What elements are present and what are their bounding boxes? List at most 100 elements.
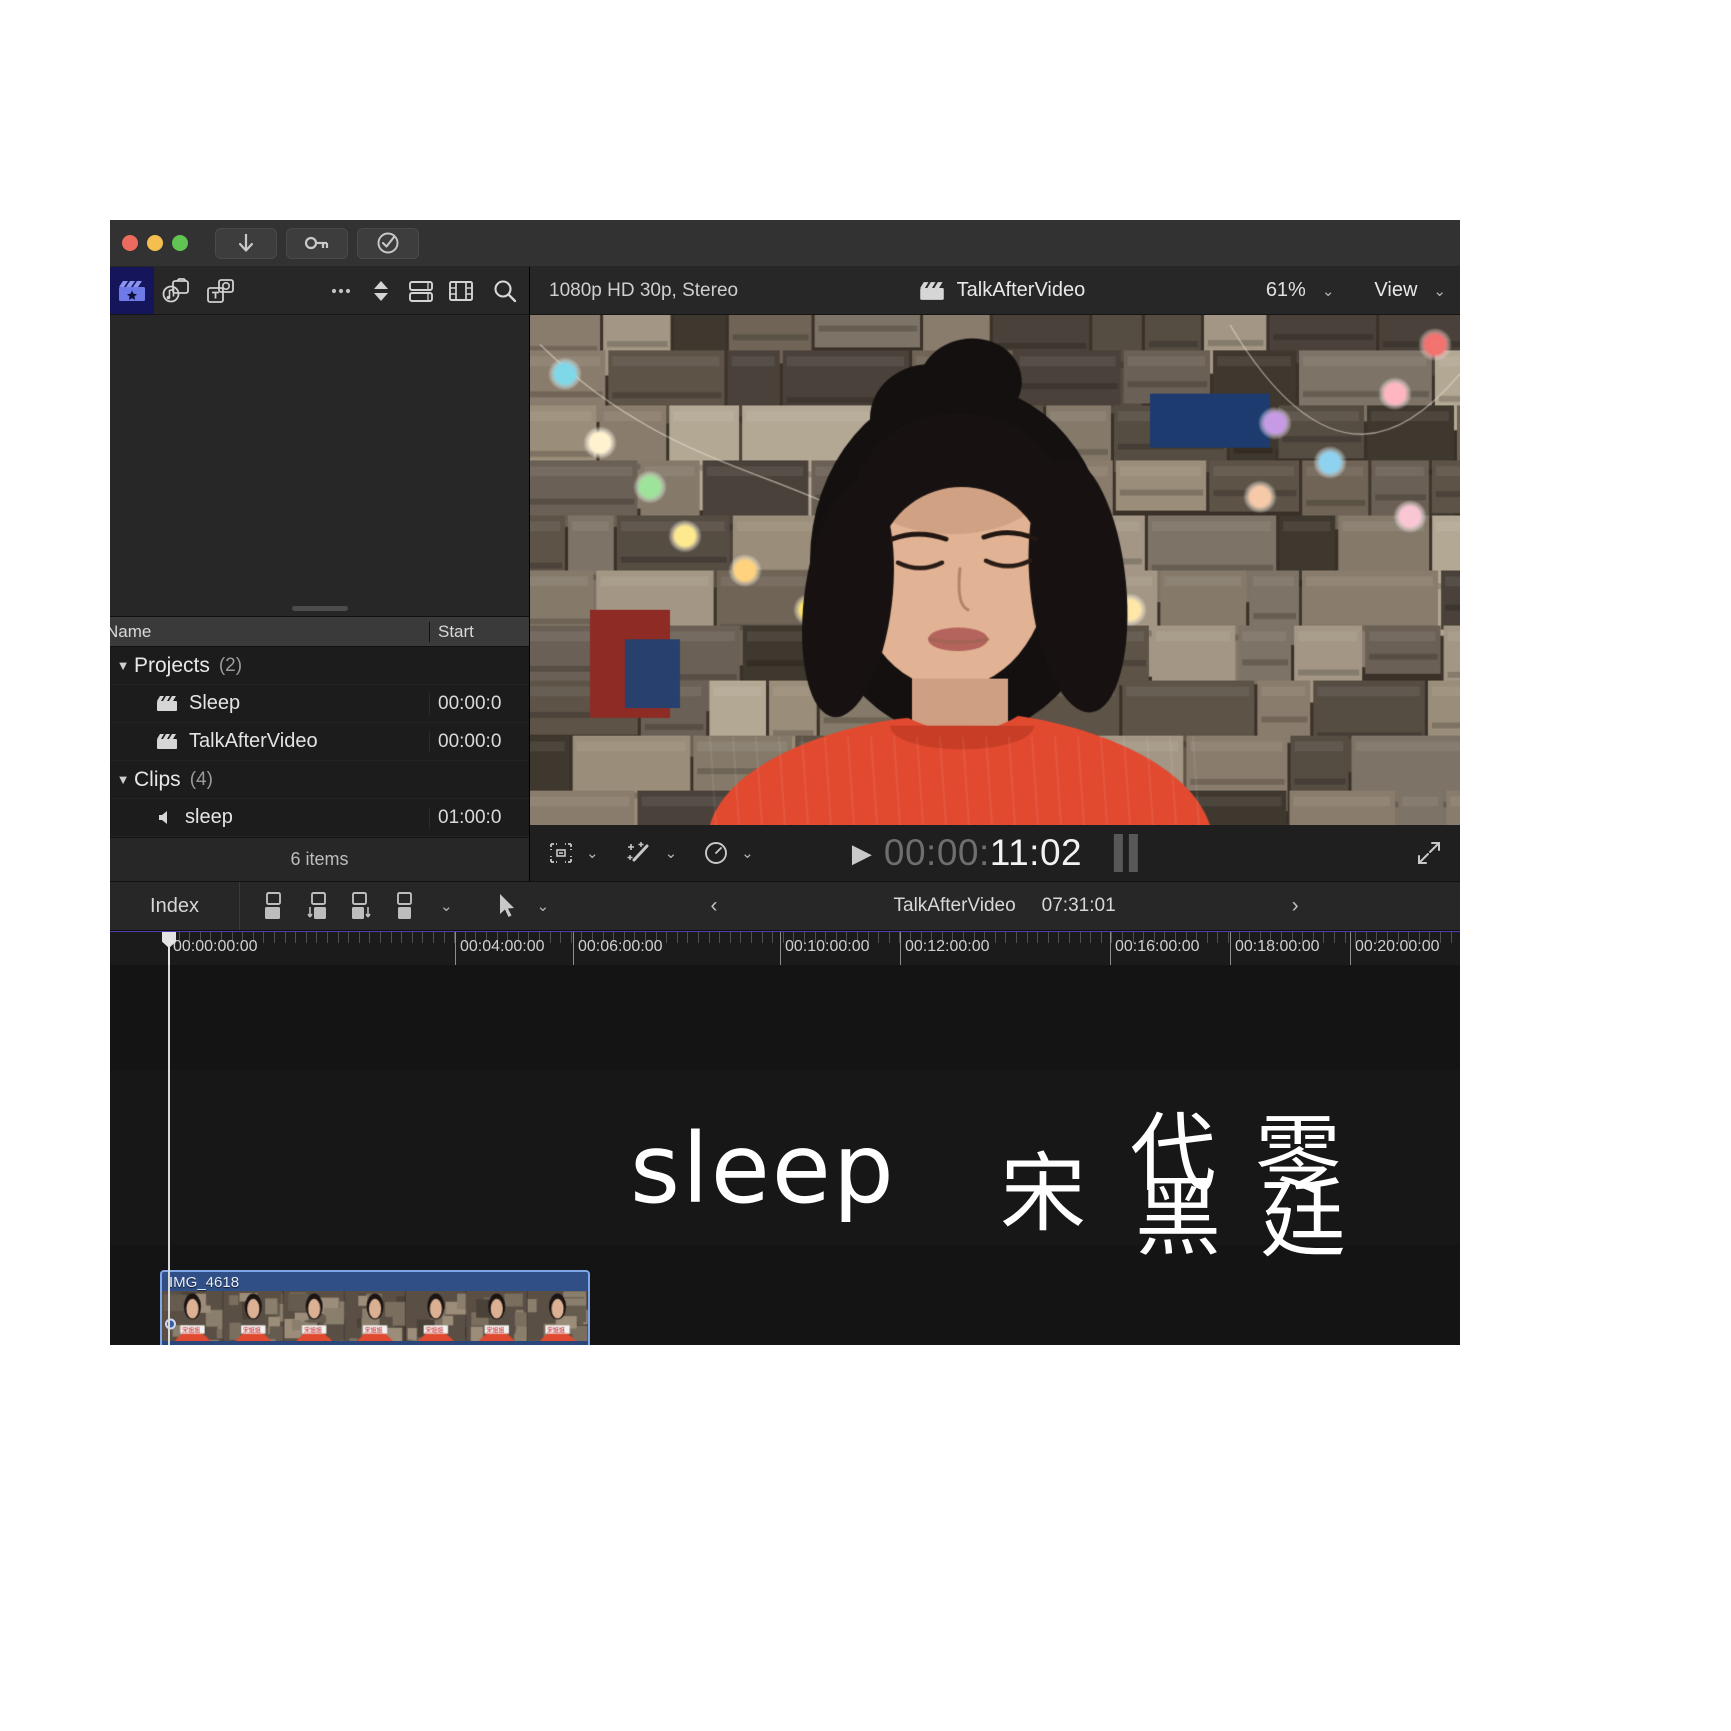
timeline-project-name: TalkAfterVideo bbox=[893, 895, 1016, 916]
ruler-tick bbox=[549, 932, 551, 943]
ruler-tick bbox=[687, 932, 689, 943]
chevron-down-icon[interactable]: ⌄ bbox=[1322, 282, 1335, 300]
overwrite-clip-button[interactable] bbox=[391, 891, 419, 921]
timeline-playhead[interactable] bbox=[168, 965, 170, 1345]
ruler-tick bbox=[729, 932, 731, 943]
viewer-fullscreen-button[interactable] bbox=[1416, 840, 1442, 866]
search-icon bbox=[494, 279, 517, 302]
title-text-cn-1: 宋 bbox=[1000, 1144, 1086, 1244]
ruler-tick bbox=[1069, 932, 1070, 943]
pane-resize-grabber[interactable] bbox=[291, 606, 348, 611]
timeline-index-button[interactable]: Index bbox=[110, 882, 240, 930]
browser-sort-button[interactable] bbox=[361, 267, 401, 314]
browser-tab-titles[interactable] bbox=[198, 267, 242, 314]
chevron-down-icon[interactable]: ⌄ bbox=[440, 897, 453, 915]
select-tool-button[interactable] bbox=[496, 892, 516, 920]
browser-search-button[interactable] bbox=[481, 267, 529, 314]
chevron-down-icon[interactable]: ⌄ bbox=[665, 844, 678, 862]
list-row-group-clips[interactable]: ▼ Clips (4) bbox=[110, 761, 529, 799]
list-row-talkaftervideo[interactable]: TalkAfterVideo 00:00:0 bbox=[110, 723, 529, 761]
clapper-star-icon bbox=[119, 280, 145, 301]
ruler-tick bbox=[305, 932, 307, 943]
chevron-down-icon[interactable]: ⌄ bbox=[586, 844, 599, 862]
ruler-tick bbox=[369, 932, 371, 943]
ruler-tick bbox=[327, 932, 328, 943]
ruler-tick bbox=[751, 932, 752, 943]
ruler-label: 00:16:00:00 bbox=[1115, 938, 1200, 955]
keywords-button[interactable] bbox=[286, 227, 348, 259]
zoom-window-button[interactable] bbox=[172, 235, 188, 251]
browser-filmstrip-area[interactable] bbox=[110, 315, 529, 616]
close-window-button[interactable] bbox=[122, 235, 138, 251]
browser-more-options-button[interactable] bbox=[321, 267, 361, 314]
transform-tool-button[interactable]: ⌄ bbox=[548, 841, 599, 865]
ruler-tick bbox=[1334, 932, 1335, 943]
column-header-name[interactable]: Name bbox=[110, 622, 429, 642]
ruler-playhead[interactable] bbox=[162, 932, 176, 965]
ruler-tick bbox=[560, 932, 562, 943]
browser-list-body: ▼ Projects (2) Sleep 00:00:0 TalkAfterVi… bbox=[110, 647, 529, 837]
group-count: (2) bbox=[218, 654, 243, 676]
ruler-tick bbox=[411, 932, 413, 943]
list-row-sleep-audio[interactable]: sleep 01:00:0 bbox=[110, 799, 529, 837]
ruler-tick bbox=[1323, 932, 1325, 943]
pause-indicator-icon bbox=[1114, 834, 1139, 872]
retime-button[interactable]: ⌄ bbox=[703, 840, 754, 866]
timeline-project-nav: ‹ TalkAfterVideo 07:31:01 › bbox=[549, 894, 1460, 918]
ruler-tick bbox=[274, 932, 275, 943]
viewer-view-menu[interactable]: View bbox=[1374, 279, 1417, 302]
ruler-tick bbox=[1440, 932, 1441, 943]
ruler-tick bbox=[316, 932, 318, 943]
previous-project-button[interactable]: ‹ bbox=[711, 894, 718, 918]
timeline-clip-video[interactable]: IMG_4618 bbox=[160, 1270, 590, 1345]
browser-tab-photos-audio[interactable] bbox=[154, 267, 198, 314]
timeline-ruler[interactable]: 00:00:00:00 00:04:00:00 00:06:00:00 00:10:0… bbox=[110, 931, 1460, 965]
traffic-lights bbox=[122, 235, 188, 251]
column-header-start[interactable]: Start bbox=[429, 621, 529, 642]
chevron-down-icon[interactable]: ⌄ bbox=[537, 897, 550, 915]
check-circle-icon bbox=[377, 232, 399, 254]
ruler-tick bbox=[740, 932, 742, 943]
browser-list-view-button[interactable] bbox=[401, 267, 441, 314]
disclosure-triangle-icon[interactable]: ▼ bbox=[112, 772, 134, 787]
append-clip-button[interactable] bbox=[348, 891, 376, 921]
final-cut-pro-window: Name Start ▼ Projects (2) Sleep 00:00:0 … bbox=[110, 220, 1460, 1345]
browser-tab-libraries[interactable] bbox=[110, 267, 154, 314]
chevron-down-icon[interactable]: ⌄ bbox=[741, 844, 754, 862]
transform-icon bbox=[550, 843, 572, 863]
disclosure-triangle-icon[interactable]: ▼ bbox=[112, 658, 134, 673]
clip-trim-handle[interactable] bbox=[165, 1318, 176, 1330]
insert-clip-button[interactable] bbox=[305, 891, 333, 921]
ruler-tick bbox=[1037, 932, 1039, 943]
ruler-label: 00:20:00:00 bbox=[1355, 938, 1440, 955]
ruler-tick bbox=[1228, 932, 1229, 943]
viewer-timecode-display[interactable]: ▶ 00:00:11:02 bbox=[852, 832, 1139, 874]
browser-toolbar bbox=[110, 267, 529, 315]
share-button[interactable] bbox=[357, 227, 419, 259]
minimize-window-button[interactable] bbox=[147, 235, 163, 251]
ruler-tick bbox=[1079, 932, 1081, 943]
ruler-tick bbox=[1016, 932, 1017, 943]
row-start-value: 00:00:0 bbox=[429, 692, 529, 715]
browser-filmstrip-view-button[interactable] bbox=[441, 267, 481, 314]
list-row-sleep[interactable]: Sleep 00:00:0 bbox=[110, 685, 529, 723]
timeline-canvas[interactable]: sleep 宋 代 零 黑 廷 IMG_4618 宋姐姐片尾 bbox=[110, 965, 1460, 1345]
ruler-tick bbox=[348, 932, 350, 943]
list-row-group-projects[interactable]: ▼ Projects (2) bbox=[110, 647, 529, 685]
clip-waveform bbox=[162, 1341, 588, 1345]
next-project-button[interactable]: › bbox=[1292, 894, 1299, 918]
window-titlebar bbox=[110, 220, 1460, 267]
import-media-button[interactable] bbox=[215, 227, 277, 259]
video-frame bbox=[530, 315, 1460, 825]
ruler-label: 00:04:00:00 bbox=[460, 938, 545, 955]
chevron-down-icon[interactable]: ⌄ bbox=[1433, 282, 1446, 300]
enhancements-button[interactable]: ⌄ bbox=[625, 840, 678, 866]
connect-clip-button[interactable] bbox=[262, 891, 290, 921]
viewer-zoom-level[interactable]: 61% bbox=[1266, 279, 1306, 302]
ruler-tick bbox=[698, 932, 699, 943]
titles-icon bbox=[207, 278, 234, 303]
ruler-tick bbox=[1217, 932, 1219, 943]
group-label: Projects bbox=[134, 653, 210, 677]
ruler-label: 00:18:00:00 bbox=[1235, 938, 1320, 955]
viewer-video-canvas[interactable] bbox=[530, 315, 1460, 825]
